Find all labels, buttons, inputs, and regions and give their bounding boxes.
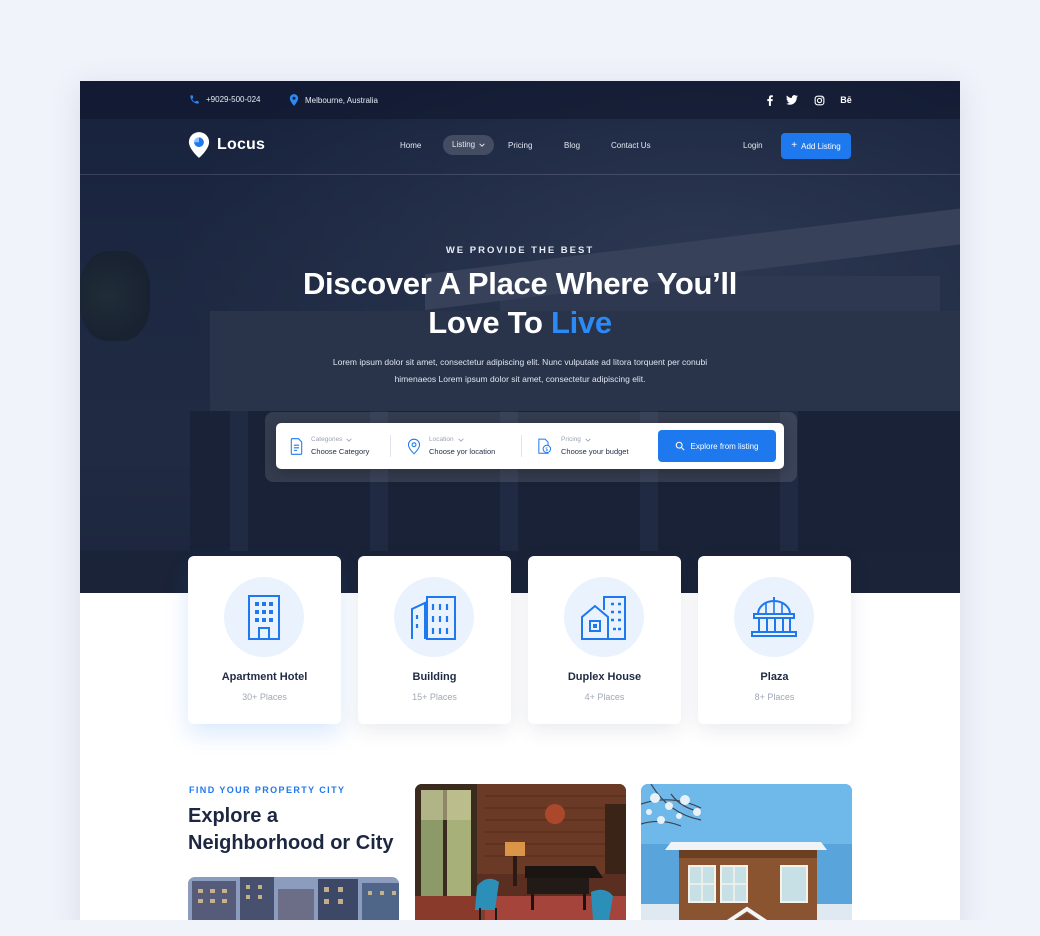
hero-title-accent: Live bbox=[550, 305, 612, 340]
document-icon bbox=[290, 437, 303, 455]
search-icon bbox=[676, 441, 686, 451]
main-navbar: Locus Home Listing Pricing Blog Contact … bbox=[80, 119, 960, 175]
category-card-building[interactable]: Building 15+ Places bbox=[358, 556, 511, 724]
category-count: 15+ Places bbox=[412, 692, 457, 702]
section-eyebrow: FIND YOUR PROPERTY CITY bbox=[189, 785, 346, 795]
hero-title-line1: Discover A Place Where You’ll bbox=[302, 266, 738, 301]
plus-icon: + bbox=[791, 140, 798, 151]
category-name: Duplex House bbox=[567, 671, 642, 683]
plaza-icon bbox=[751, 597, 797, 637]
section-title: Explore a Neighborhood or City bbox=[188, 805, 394, 854]
hero-section: +9029-500-024 Melbourne, Australia Bē Lo… bbox=[80, 81, 960, 593]
search-bar: Categories Choose Category Location Choo… bbox=[276, 423, 784, 469]
category-name: Apartment Hotel bbox=[221, 671, 308, 683]
hero-title-line2: Love To Live bbox=[428, 305, 612, 340]
house-photo[interactable] bbox=[641, 784, 852, 936]
logo-pin-icon bbox=[188, 132, 210, 158]
category-card-apartment-hotel[interactable]: Apartment Hotel 30+ Places bbox=[188, 556, 341, 724]
nav-listing[interactable]: Listing bbox=[443, 135, 495, 155]
behance-icon[interactable]: Bē bbox=[837, 94, 855, 106]
instagram-icon[interactable] bbox=[812, 94, 826, 106]
category-name: Plaza bbox=[760, 671, 789, 683]
location-info: Melbourne, Australia bbox=[289, 94, 378, 106]
twitter-icon[interactable] bbox=[785, 94, 799, 106]
nav-pricing[interactable]: Pricing bbox=[508, 139, 532, 153]
price-tag-icon: $ bbox=[538, 438, 552, 454]
hero-eyebrow: WE PROVIDE THE BEST bbox=[445, 245, 595, 256]
nav-blog[interactable]: Blog bbox=[564, 139, 580, 153]
category-select[interactable]: Categories Choose Category bbox=[290, 433, 369, 459]
chevron-down-icon bbox=[457, 438, 464, 442]
location-select[interactable]: Location Choose yor location bbox=[407, 433, 495, 459]
location-pin-icon bbox=[407, 438, 421, 455]
apartment-icon bbox=[248, 595, 280, 640]
chevron-down-icon bbox=[585, 438, 591, 442]
landing-page: +9029-500-024 Melbourne, Australia Bē Lo… bbox=[80, 81, 960, 936]
building-icon bbox=[411, 596, 456, 640]
nav-contact[interactable]: Contact Us bbox=[611, 139, 651, 153]
add-listing-button[interactable]: + Add Listing bbox=[781, 133, 851, 159]
duplex-house-icon bbox=[581, 596, 626, 640]
interior-photo[interactable] bbox=[415, 784, 626, 936]
nav-home[interactable]: Home bbox=[400, 139, 421, 153]
hero-description-line2: himenaeos Lorem ipsum dolor sit amet, co… bbox=[394, 374, 646, 384]
category-count: 8+ Places bbox=[754, 692, 795, 702]
phone-number: +9029-500-024 bbox=[206, 95, 261, 104]
category-card-plaza[interactable]: Plaza 8+ Places bbox=[698, 556, 851, 724]
facebook-icon[interactable] bbox=[763, 94, 777, 106]
login-link[interactable]: Login bbox=[743, 139, 763, 153]
svg-text:$: $ bbox=[545, 446, 548, 452]
explore-listing-button[interactable]: Explore from listing bbox=[658, 430, 776, 462]
category-count: 4+ Places bbox=[584, 692, 625, 702]
location-text: Melbourne, Australia bbox=[305, 95, 378, 105]
top-info-bar: +9029-500-024 Melbourne, Australia Bē bbox=[80, 81, 960, 119]
chevron-down-icon bbox=[346, 438, 353, 442]
brand-logo[interactable]: Locus bbox=[188, 132, 265, 158]
category-name: Building bbox=[412, 671, 457, 683]
location-pin-icon bbox=[289, 94, 299, 106]
category-count: 30+ Places bbox=[242, 692, 287, 702]
category-card-duplex-house[interactable]: Duplex House 4+ Places bbox=[528, 556, 681, 724]
phone-info[interactable]: +9029-500-024 bbox=[189, 94, 261, 105]
phone-icon bbox=[190, 95, 199, 104]
chevron-down-icon bbox=[479, 143, 485, 147]
pricing-select[interactable]: $ Pricing Choose your budget bbox=[537, 433, 629, 459]
brand-name: Locus bbox=[217, 136, 266, 153]
hero-description-line1: Lorem ipsum dolor sit amet, consectetur … bbox=[332, 357, 708, 367]
